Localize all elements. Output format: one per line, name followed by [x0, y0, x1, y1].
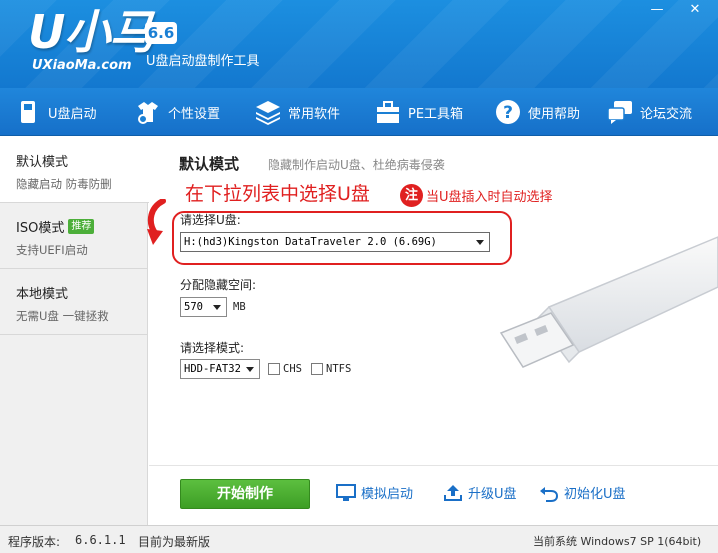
nav-software[interactable]: 常用软件: [254, 88, 340, 136]
sidebar-item-default-mode[interactable]: 默认模式 隐藏启动 防毒防删: [0, 137, 149, 203]
sidebar-item-local-mode[interactable]: 本地模式 无需U盘 一键拯救: [0, 269, 148, 335]
simulate-boot-label: 模拟启动: [361, 487, 414, 502]
shirt-gear-icon: [134, 98, 162, 126]
page-description: 隐藏制作启动U盘、杜绝病毒侵袭: [268, 158, 445, 172]
upload-icon: [444, 484, 462, 501]
update-status: 目前为最新版: [138, 535, 211, 549]
chat-icon: [606, 98, 634, 126]
app-url: UXiaoMa.com: [32, 58, 132, 73]
close-button[interactable]: ✕: [684, 2, 706, 18]
mode-subtitle: 无需U盘 一键拯救: [16, 309, 109, 323]
system-info: 当前系统 Windows7 SP 1(64bit): [533, 535, 702, 548]
chs-checkbox[interactable]: [268, 363, 280, 375]
nav-label: 个性设置: [168, 106, 221, 122]
chevron-down-icon: [213, 305, 221, 310]
ntfs-label: NTFS: [326, 363, 352, 375]
hidden-space-select[interactable]: 570: [180, 297, 227, 317]
chevron-down-icon: [246, 367, 254, 372]
pointer-arrow-icon: [147, 199, 166, 245]
toolbox-icon: [374, 98, 402, 126]
sidebar-item-iso-mode[interactable]: ISO模式 推荐 支持UEFI启动: [0, 203, 148, 269]
page-title: 默认模式: [179, 155, 240, 173]
hidden-space-value: 570: [184, 301, 203, 313]
svg-text:?: ?: [503, 103, 513, 123]
mode-title: ISO模式: [16, 221, 65, 236]
mode-title-row: ISO模式 推荐: [16, 217, 148, 236]
mode-title: 本地模式: [16, 287, 69, 302]
upgrade-usb-label: 升级U盘: [468, 487, 517, 502]
partition-mode-value: HDD-FAT32: [184, 363, 241, 375]
ntfs-checkbox[interactable]: [311, 363, 323, 375]
nav-label: 论坛交流: [640, 106, 693, 122]
hint-select-drive: 在下拉列表中选择U盘: [185, 183, 370, 205]
mode-subtitle: 隐藏启动 防毒防删: [16, 177, 112, 191]
hidden-space-label: 分配隐藏空间:: [180, 278, 257, 292]
nav-label: U盘启动: [48, 106, 97, 122]
recommended-badge: 推荐: [68, 219, 95, 234]
upgrade-usb-button[interactable]: 升级U盘: [443, 483, 517, 502]
help-icon: ?: [494, 98, 522, 126]
nav-forum[interactable]: 论坛交流: [606, 88, 692, 136]
initialize-usb-button[interactable]: 初始化U盘: [539, 483, 626, 502]
mode-sidebar: 默认模式 隐藏启动 防毒防删 ISO模式 推荐 支持UEFI启动 本地模式 无需…: [0, 137, 149, 525]
monitor-icon: [336, 483, 356, 501]
layers-icon: [254, 98, 282, 126]
version-number: 6.6.1.1: [75, 533, 126, 547]
usb-drive-illustration: [499, 236, 718, 368]
minimize-button[interactable]: —: [646, 2, 668, 18]
nav-label: 使用帮助: [528, 106, 581, 122]
chs-option[interactable]: CHS: [268, 363, 302, 375]
divider: [149, 465, 718, 466]
nav-personalize[interactable]: 个性设置: [134, 88, 220, 136]
hint-auto-select: 当U盘插入时自动选择: [426, 190, 553, 205]
chs-label: CHS: [283, 363, 302, 375]
app-header: U小马 6.6 U盘启动盘制作工具 UXiaoMa.com — ✕: [0, 0, 718, 88]
version-label: 程序版本:: [8, 535, 61, 549]
ntfs-option[interactable]: NTFS: [311, 363, 351, 375]
app-subtitle: U盘启动盘制作工具: [146, 54, 260, 69]
version-badge: 6.6: [145, 22, 177, 44]
mode-subtitle: 支持UEFI启动: [16, 243, 88, 257]
nav-pe-toolbox[interactable]: PE工具箱: [374, 88, 463, 136]
initialize-usb-label: 初始化U盘: [564, 487, 626, 502]
mode-label: 请选择模式:: [180, 341, 245, 355]
chevron-down-icon: [476, 240, 484, 245]
start-button[interactable]: 开始制作: [180, 479, 310, 509]
nav-label: 常用软件: [288, 106, 341, 122]
undo-icon: [540, 486, 559, 502]
simulate-boot-button[interactable]: 模拟启动: [336, 483, 413, 502]
main-nav: U盘启动 个性设置 常用软件 PE工具箱 ? 使用帮助 论坛交流: [0, 88, 718, 136]
usb-drive-icon: [14, 98, 42, 126]
status-bar: 程序版本: 6.6.1.1 目前为最新版 当前系统 Windows7 SP 1(…: [0, 525, 718, 553]
nav-label: PE工具箱: [408, 106, 464, 122]
hidden-space-unit: MB: [233, 301, 246, 313]
app-logo: U小马: [28, 5, 155, 59]
mode-title: 默认模式: [16, 155, 69, 170]
drive-label: 请选择U盘:: [180, 213, 241, 227]
drive-select-value: H:(hd3)Kingston DataTraveler 2.0 (6.69G): [184, 236, 437, 248]
drive-select[interactable]: H:(hd3)Kingston DataTraveler 2.0 (6.69G): [180, 232, 490, 252]
main-content: 默认模式 隐藏制作启动U盘、杜绝病毒侵袭 在下拉列表中选择U盘 注 当U盘插入时…: [147, 137, 718, 525]
nav-usb-boot[interactable]: U盘启动: [14, 88, 97, 136]
partition-mode-select[interactable]: HDD-FAT32: [180, 359, 260, 379]
nav-help[interactable]: ? 使用帮助: [494, 88, 580, 136]
note-badge: 注: [400, 184, 423, 207]
